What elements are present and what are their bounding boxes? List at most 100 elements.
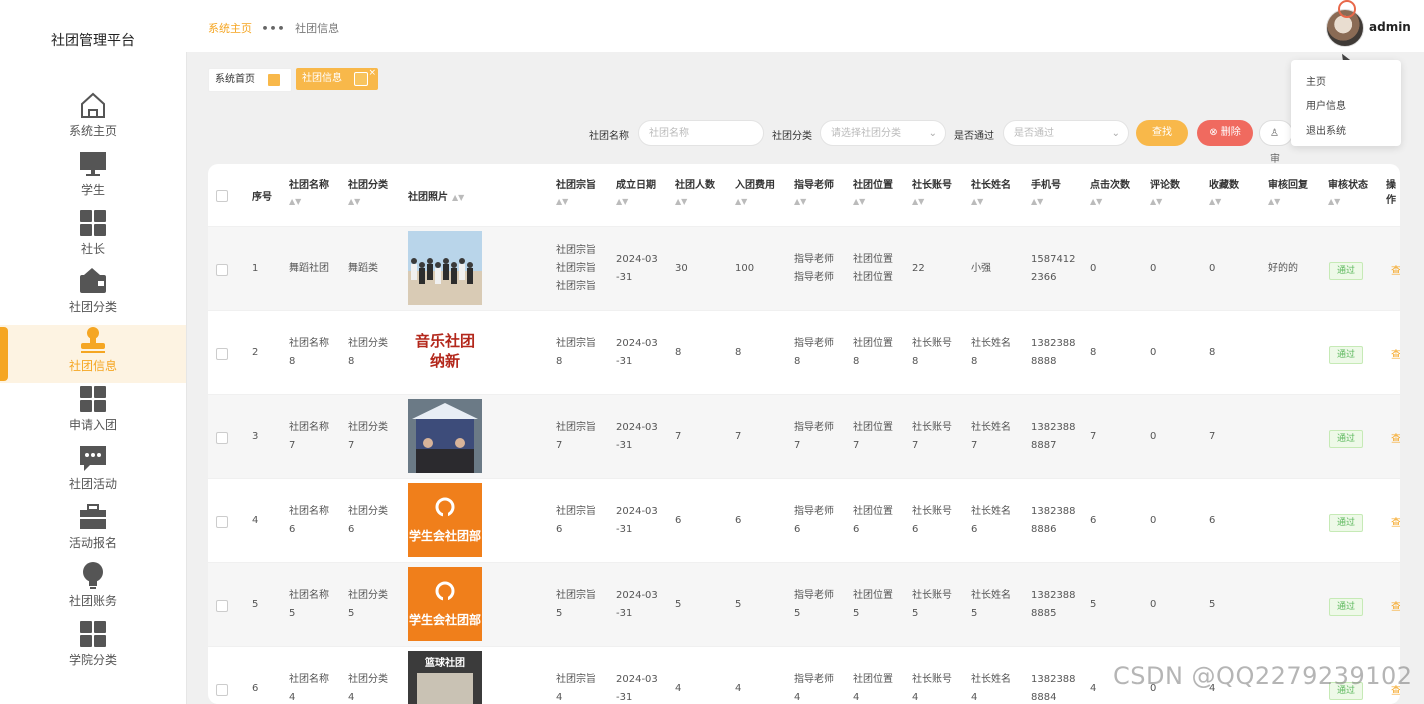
- sidebar-item-label: 活动报名: [68, 535, 117, 550]
- sort-icon[interactable]: ▲▼: [556, 197, 596, 206]
- sort-icon[interactable]: ▲▼: [794, 197, 834, 206]
- club-photo[interactable]: 学生会社团部: [408, 483, 482, 557]
- cell-location: 社团位置 社团位置: [853, 251, 893, 287]
- sidebar-item-7[interactable]: 活动报名: [0, 502, 186, 560]
- sort-icon[interactable]: ▲▼: [616, 197, 656, 206]
- view-link[interactable]: 查: [1391, 430, 1400, 445]
- column-header[interactable]: 手机号 ▲▼: [1031, 176, 1061, 206]
- column-header[interactable]: 指导老师 ▲▼: [794, 176, 834, 206]
- club-photo[interactable]: 学生会社团部: [408, 567, 482, 641]
- sort-icon[interactable]: ▲▼: [675, 197, 715, 206]
- sidebar-item-2[interactable]: 社长: [0, 208, 186, 266]
- sort-icon[interactable]: ▲▼: [1150, 197, 1180, 206]
- column-header[interactable]: 社团位置 ▲▼: [853, 176, 893, 206]
- search-button[interactable]: 查找: [1136, 120, 1188, 146]
- sidebar-item-8[interactable]: 社团账务: [0, 560, 186, 618]
- column-header[interactable]: 序号: [252, 188, 272, 203]
- stamp-icon: [0, 325, 186, 355]
- tab-home[interactable]: 系统首页: [208, 68, 292, 92]
- sidebar-item-5[interactable]: 申请入团: [0, 384, 186, 442]
- club-photo[interactable]: [408, 231, 482, 305]
- sort-icon[interactable]: ▲▼: [1031, 197, 1061, 206]
- club-photo[interactable]: 篮球社团: [408, 651, 482, 704]
- table-row[interactable]: 4 社团名称 6 社团分类 6 学生会社团部 社团宗旨 6 2024-03 -31 6 6 指导老师 6 社…: [208, 478, 1400, 563]
- view-link[interactable]: 查: [1391, 514, 1400, 529]
- sort-icon[interactable]: ▲▼: [912, 197, 952, 206]
- cell-line: 指导老师: [794, 506, 834, 517]
- column-header[interactable]: 点击次数 ▲▼: [1090, 176, 1130, 206]
- sort-icon[interactable]: ▲▼: [452, 193, 464, 202]
- sidebar-item-9[interactable]: 学院分类: [0, 619, 186, 677]
- sidebar-item-6[interactable]: 社团活动: [0, 443, 186, 501]
- table-row[interactable]: 3 社团名称 7 社团分类 7 社团宗旨 7 2024-03 -31 7 7 指导老师 7 社团位置 7 社长…: [208, 394, 1400, 479]
- sort-icon[interactable]: ▲▼: [289, 197, 329, 206]
- sidebar-item-0[interactable]: 系统主页: [0, 90, 186, 148]
- row-checkbox[interactable]: [216, 432, 228, 444]
- select-all-checkbox[interactable]: [216, 190, 228, 202]
- breadcrumb-home[interactable]: 系统主页: [208, 22, 252, 35]
- close-icon[interactable]: ×: [368, 62, 376, 84]
- table-row[interactable]: 5 社团名称 5 社团分类 5 学生会社团部 社团宗旨 5 2024-03 -31 5 5 指导老师 5 社…: [208, 562, 1400, 647]
- delete-button[interactable]: ⊗ 删除: [1197, 120, 1253, 146]
- pass-select[interactable]: 是否通过 ⌄: [1003, 120, 1129, 146]
- row-checkbox[interactable]: [216, 516, 228, 528]
- sort-icon[interactable]: ▲▼: [971, 197, 1011, 206]
- menu-item-logout[interactable]: 退出系统: [1306, 122, 1346, 137]
- sort-icon[interactable]: ▲▼: [1328, 197, 1368, 206]
- column-header[interactable]: 社长账号 ▲▼: [912, 176, 952, 206]
- cell-club-name: 舞蹈社团: [289, 260, 329, 278]
- table-row[interactable]: 2 社团名称 8 社团分类 8 音乐社团 纳新 社团宗旨 8 2024-03 -31 8 8 指导老师 8 社…: [208, 310, 1400, 395]
- cell-line: 1382388: [1031, 506, 1076, 517]
- column-header[interactable]: 社团宗旨 ▲▼: [556, 176, 596, 206]
- row-checkbox[interactable]: [216, 264, 228, 276]
- sort-icon[interactable]: ▲▼: [1209, 197, 1239, 206]
- column-header[interactable]: 社长姓名 ▲▼: [971, 176, 1011, 206]
- club-photo[interactable]: 音乐社团 纳新: [408, 315, 482, 389]
- view-link[interactable]: 查: [1391, 262, 1400, 277]
- column-header[interactable]: 操作: [1386, 176, 1400, 206]
- sidebar-item-label: 系统主页: [68, 124, 117, 138]
- row-checkbox[interactable]: [216, 684, 228, 696]
- column-header[interactable]: 社团照片 ▲▼: [408, 188, 464, 203]
- column-header[interactable]: 审核回复 ▲▼: [1268, 176, 1308, 206]
- column-header[interactable]: 成立日期 ▲▼: [616, 176, 656, 206]
- column-header[interactable]: 社团分类 ▲▼: [348, 176, 388, 206]
- sort-icon[interactable]: ▲▼: [348, 197, 388, 206]
- tab-club-info[interactable]: 社团信息 ×: [296, 68, 378, 90]
- cell-line: 社长账号: [912, 590, 952, 601]
- cell-purpose: 社团宗旨 4: [556, 671, 596, 704]
- sidebar-item-3[interactable]: 社团分类: [0, 266, 186, 324]
- username[interactable]: admin: [1369, 20, 1411, 34]
- sidebar-item-label: 社团分类: [68, 300, 117, 315]
- menu-item-user-info[interactable]: 用户信息: [1306, 97, 1346, 112]
- column-header[interactable]: 评论数 ▲▼: [1150, 176, 1180, 206]
- cell-category: 社团分类 4: [348, 671, 388, 704]
- row-checkbox[interactable]: [216, 600, 228, 612]
- menu-item-home[interactable]: 主页: [1306, 73, 1326, 88]
- cell-line: 社团宗旨: [556, 506, 596, 517]
- club-name-input[interactable]: 社团名称: [638, 120, 764, 146]
- column-header[interactable]: 社团名称 ▲▼: [289, 176, 329, 206]
- cell-date: 2024-03 -31: [616, 671, 658, 704]
- sort-icon[interactable]: ▲▼: [853, 197, 893, 206]
- row-checkbox[interactable]: [216, 348, 228, 360]
- sort-icon[interactable]: ▲▼: [735, 197, 775, 206]
- cell-leader-name: 社长姓名 6: [971, 503, 1011, 539]
- sort-icon[interactable]: ▲▼: [1090, 197, 1130, 206]
- column-header[interactable]: 社团人数 ▲▼: [675, 176, 715, 206]
- column-header[interactable]: 收藏数 ▲▼: [1209, 176, 1239, 206]
- view-link[interactable]: 查: [1391, 346, 1400, 361]
- audit-button[interactable]: ♙ 审: [1259, 120, 1293, 165]
- column-header[interactable]: 审核状态 ▲▼: [1328, 176, 1368, 206]
- cell-purpose: 社团宗旨 7: [556, 419, 596, 455]
- table-row[interactable]: 1 舞蹈社团 舞蹈类 社团宗旨 社团宗旨 社团宗旨 2024-03 -31 30 100 指导老师指…: [208, 226, 1400, 311]
- cell-line: 社长账号: [912, 338, 952, 349]
- column-header[interactable]: 入团费用 ▲▼: [735, 176, 775, 206]
- sort-icon[interactable]: ▲▼: [1268, 197, 1308, 206]
- sidebar-item-1[interactable]: 学生: [0, 149, 186, 207]
- category-select[interactable]: 请选择社团分类 ⌄: [820, 120, 946, 146]
- cell-fee: 8: [735, 347, 742, 358]
- club-photo[interactable]: [408, 399, 482, 473]
- sidebar-item-4[interactable]: 社团信息: [0, 325, 186, 384]
- view-link[interactable]: 查: [1391, 598, 1400, 613]
